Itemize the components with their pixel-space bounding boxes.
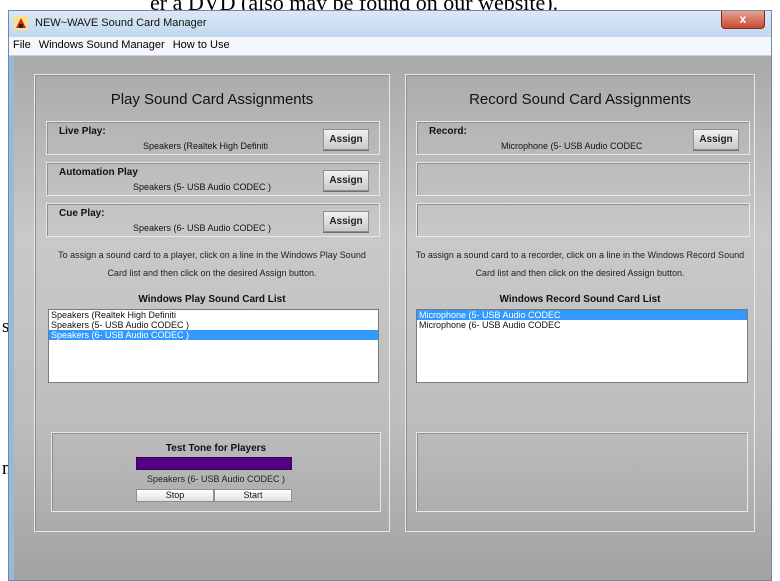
automation-play-device: Speakers (5- USB Audio CODEC ) bbox=[133, 182, 272, 192]
play-panel-title: Play Sound Card Assignments bbox=[110, 91, 314, 108]
stop-button[interactable]: Stop bbox=[136, 489, 214, 502]
live-play-label: Live Play: bbox=[59, 126, 106, 137]
live-play-row: Live Play: Speakers (Realtek High Defini… bbox=[46, 121, 380, 155]
cue-play-label: Cue Play: bbox=[59, 208, 105, 219]
record-device: Microphone (5- USB Audio CODEC bbox=[501, 141, 643, 151]
record-panel-title: Record Sound Card Assignments bbox=[469, 91, 691, 108]
list-item[interactable]: Microphone (6- USB Audio CODEC bbox=[417, 320, 747, 330]
close-button[interactable]: x bbox=[721, 11, 765, 29]
menu-windows-sound-manager[interactable]: Windows Sound Manager bbox=[35, 37, 169, 51]
record-help-line-2: Card list and then click on the desired … bbox=[475, 268, 685, 278]
start-button[interactable]: Start bbox=[214, 489, 292, 502]
play-help-text: To assign a sound card to a player, clic… bbox=[35, 246, 389, 282]
app-icon bbox=[14, 16, 28, 30]
list-item[interactable]: Microphone (5- USB Audio CODEC bbox=[417, 310, 747, 320]
list-item[interactable]: Speakers (5- USB Audio CODEC ) bbox=[49, 320, 378, 330]
record-row-empty-2 bbox=[416, 203, 750, 237]
title-bar[interactable]: NEW~WAVE Sound Card Manager x bbox=[9, 11, 771, 37]
client-area: Play Sound Card Assignments Live Play: S… bbox=[9, 56, 771, 580]
play-sound-card-list[interactable]: Speakers (Realtek High Definiti Speakers… bbox=[48, 309, 379, 383]
record-row-empty-1 bbox=[416, 162, 750, 196]
record-sound-card-list[interactable]: Microphone (5- USB Audio CODEC Microphon… bbox=[416, 309, 748, 383]
play-help-line-1: To assign a sound card to a player, clic… bbox=[58, 250, 366, 260]
record-assignments-panel: Record Sound Card Assignments Record: Mi… bbox=[405, 74, 755, 532]
cue-play-assign-button[interactable]: Assign bbox=[323, 211, 369, 232]
menu-how-to-use[interactable]: How to Use bbox=[169, 37, 234, 51]
record-empty-box bbox=[416, 432, 748, 512]
window-title: NEW~WAVE Sound Card Manager bbox=[35, 17, 207, 29]
list-item[interactable]: Speakers (6- USB Audio CODEC ) bbox=[49, 330, 378, 340]
test-tone-box: Test Tone for Players Speakers (6- USB A… bbox=[51, 432, 381, 512]
play-help-line-2: Card list and then click on the desired … bbox=[107, 268, 317, 278]
record-row: Record: Microphone (5- USB Audio CODEC A… bbox=[416, 121, 750, 155]
record-help-line-1: To assign a sound card to a recorder, cl… bbox=[415, 250, 745, 260]
sound-card-manager-window: NEW~WAVE Sound Card Manager x File Window… bbox=[8, 10, 772, 581]
live-play-assign-button[interactable]: Assign bbox=[323, 129, 369, 150]
automation-play-row: Automation Play Speakers (5- USB Audio C… bbox=[46, 162, 380, 196]
record-label: Record: bbox=[429, 126, 467, 137]
menu-file[interactable]: File bbox=[9, 37, 35, 51]
cue-play-row: Cue Play: Speakers (6- USB Audio CODEC )… bbox=[46, 203, 380, 237]
record-help-text: To assign a sound card to a recorder, cl… bbox=[406, 246, 754, 282]
cue-play-device: Speakers (6- USB Audio CODEC ) bbox=[133, 223, 272, 233]
play-assignments-panel: Play Sound Card Assignments Live Play: S… bbox=[34, 74, 390, 532]
list-item[interactable]: Speakers (Realtek High Definiti bbox=[49, 310, 378, 320]
menu-bar: File Windows Sound Manager How to Use bbox=[9, 37, 771, 56]
automation-play-assign-button[interactable]: Assign bbox=[323, 170, 369, 191]
record-list-title: Windows Record Sound Card List bbox=[499, 294, 661, 305]
record-assign-button[interactable]: Assign bbox=[693, 129, 739, 150]
test-tone-device: Speakers (6- USB Audio CODEC ) bbox=[146, 474, 286, 484]
automation-play-label: Automation Play bbox=[59, 167, 138, 178]
test-tone-title: Test Tone for Players bbox=[165, 443, 267, 454]
test-tone-level-bar bbox=[136, 457, 292, 470]
live-play-device: Speakers (Realtek High Definiti bbox=[143, 141, 269, 151]
play-list-title: Windows Play Sound Card List bbox=[138, 294, 286, 305]
